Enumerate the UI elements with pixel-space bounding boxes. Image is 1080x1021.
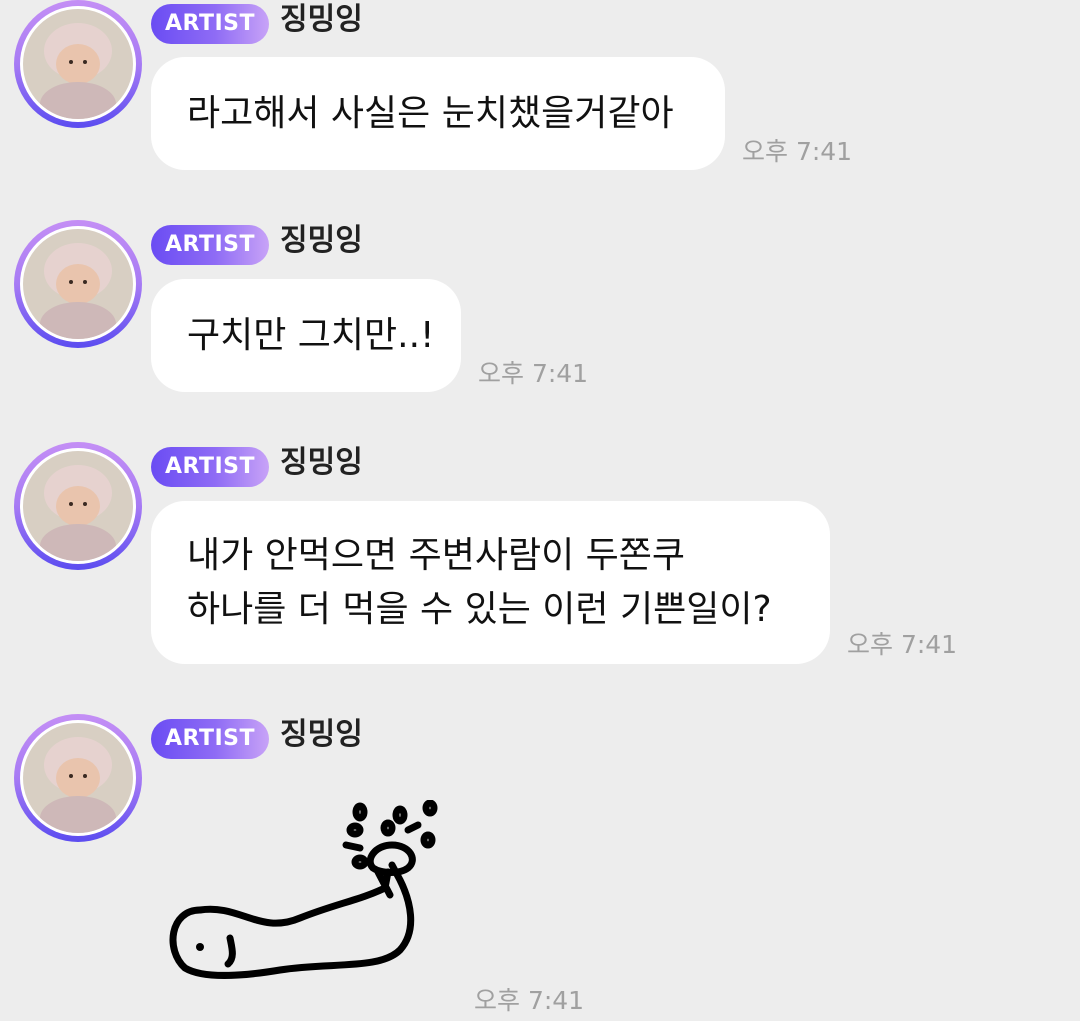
sender-name[interactable]: 징밍잉 bbox=[280, 221, 363, 261]
message-bubble[interactable]: 라고해서 사실은 눈치챘을거같아 bbox=[151, 57, 725, 170]
timestamp: 오후 7:41 bbox=[847, 630, 958, 659]
artist-badge: ARTIST bbox=[151, 225, 269, 265]
timestamp: 오후 7:41 bbox=[478, 359, 589, 388]
artist-badge: ARTIST bbox=[151, 4, 269, 44]
message-bubble[interactable]: 구치만 그치만..! bbox=[151, 279, 461, 392]
timestamp: 오후 7:41 bbox=[742, 137, 853, 166]
sender-name[interactable]: 징밍잉 bbox=[280, 715, 363, 755]
baby-photo-icon bbox=[23, 723, 133, 833]
baby-photo-icon bbox=[23, 9, 133, 119]
artist-badge: ARTIST bbox=[151, 719, 269, 759]
whale-sticker-icon[interactable] bbox=[160, 800, 450, 990]
sender-name[interactable]: 징밍잉 bbox=[280, 443, 363, 483]
avatar[interactable] bbox=[14, 0, 142, 128]
sender-name[interactable]: 징밍잉 bbox=[280, 0, 363, 40]
message-bubble[interactable]: 내가 안먹으면 주변사람이 두쫀쿠 하나를 더 먹을 수 있는 이런 기쁜일이? bbox=[151, 501, 830, 664]
timestamp: 오후 7:41 bbox=[474, 986, 585, 1015]
avatar[interactable] bbox=[14, 220, 142, 348]
artist-badge: ARTIST bbox=[151, 447, 269, 487]
avatar[interactable] bbox=[14, 714, 142, 842]
baby-photo-icon bbox=[23, 451, 133, 561]
baby-photo-icon bbox=[23, 229, 133, 339]
avatar[interactable] bbox=[14, 442, 142, 570]
